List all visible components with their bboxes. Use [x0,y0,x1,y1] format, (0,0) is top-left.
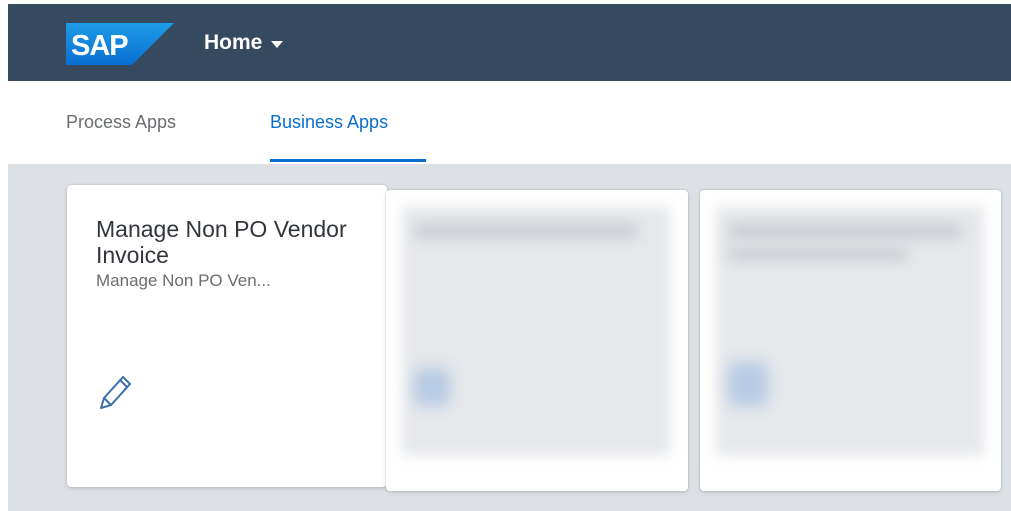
home-label: Home [204,31,263,54]
tab-selected-indicator [270,159,426,162]
tab-business-apps[interactable]: Business Apps [270,81,388,163]
blurred-title [414,224,638,238]
blurred-icon [414,368,450,406]
app-tile-blurred[interactable] [700,190,1001,491]
shell-bar: SAP Home [8,4,1011,81]
blurred-icon [728,362,768,406]
sap-logo[interactable]: SAP [66,23,174,65]
blurred-content [402,206,670,456]
app-tile-manage-non-po-vendor-invoice[interactable]: Manage Non PO Vendor Invoice Manage Non … [67,185,387,487]
tab-bar: Process Apps Business Apps [8,81,1011,164]
pencil-icon [100,376,131,409]
tile-title: Manage Non PO Vendor Invoice [96,216,347,268]
blurred-title-line-2 [728,248,908,260]
blurred-title [728,224,962,238]
app-tile-blurred[interactable] [386,190,688,491]
tile-container: Manage Non PO Vendor Invoice Manage Non … [8,164,1011,511]
tab-process-apps[interactable]: Process Apps [66,81,176,163]
caret-down-icon [271,41,284,48]
home-menu-button[interactable]: Home [204,30,284,56]
blurred-content [716,206,984,456]
tile-subtitle: Manage Non PO Ven... [96,271,271,290]
sap-logo-text: SAP [71,30,128,62]
